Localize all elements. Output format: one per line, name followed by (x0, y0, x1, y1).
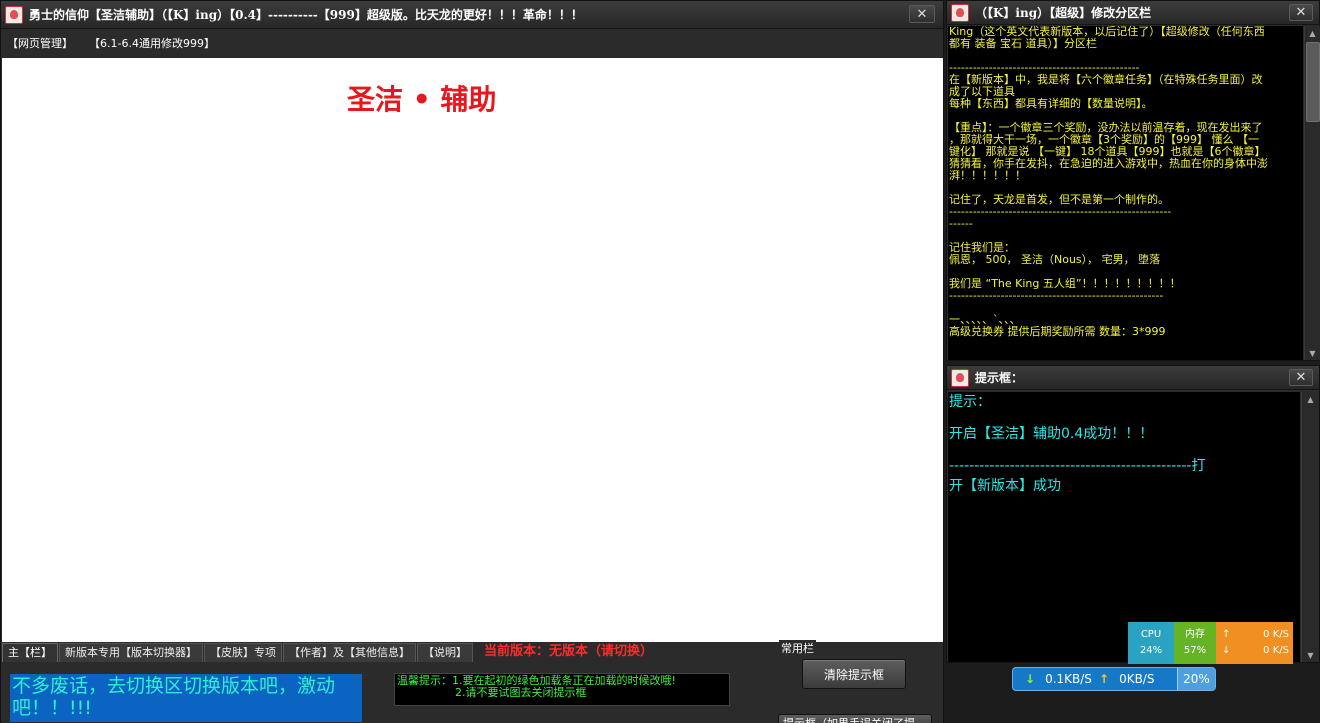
hint-panel-title: 提示框： (975, 371, 1024, 385)
main-title: 勇士的信仰【圣洁辅助】（【K】ing）【0.4】----------【999】超… (29, 8, 583, 22)
modify-panel-close-button[interactable]: ✕ (1289, 4, 1313, 21)
menu-general-modify[interactable]: 【6.1-6.4通用修改999】 (89, 35, 215, 51)
modify-panel-title: （【K】ing）【超级】修改分区栏 (975, 6, 1152, 20)
info-line: ----------------------------------------… (949, 289, 1164, 302)
tips-label: 温馨提示： (397, 674, 452, 687)
hint-panel-titlebar[interactable]: 提示框： ✕ (947, 366, 1319, 390)
modify-panel-titlebar[interactable]: （【K】ing）【超级】修改分区栏 ✕ (947, 1, 1319, 25)
download-speed: 0 K/S (1263, 645, 1289, 656)
scroll-down-icon[interactable]: ▼ (1302, 648, 1319, 662)
app-icon (5, 5, 23, 24)
menu-web-manage[interactable]: 【网页管理】 (7, 35, 73, 51)
modify-panel-text[interactable]: King（这个英文代表新版本，以后记住了）【超级修改（任何东西 都有 装备 宝石 … (948, 26, 1303, 360)
cpu-meter: CPU 24% (1128, 622, 1174, 664)
hint-line: ----------------------------------------… (949, 458, 1206, 474)
clear-hint-button[interactable]: 清除提示框 (802, 659, 906, 689)
hint-line (949, 444, 1299, 456)
tab-instructions[interactable]: 【说明】 (417, 643, 473, 662)
bottom-panel: 不多废话，去切换区切换版本吧，激动吧！！!!! 温馨提示：1.要在起初的绿色加载… (2, 659, 943, 723)
hint-line: 开启【圣洁】辅助0.4成功！！！ (949, 426, 1154, 442)
hint-line: 提示： (949, 394, 991, 410)
scroll-thumb[interactable] (1306, 42, 1320, 122)
info-line: 都有 装备 宝石 道具）】分区栏 (949, 37, 1097, 50)
download-arrow-icon: ↓ (1222, 645, 1231, 656)
memory-value: 57% (1183, 645, 1207, 656)
tips-box: 温馨提示：1.要在起初的绿色加载条正在加载的时候改哦! 2.请不要试图去关闭提示… (394, 673, 730, 706)
network-meter: ↑ 0 K/S ↓ 0 K/S (1216, 622, 1293, 664)
tab-skin[interactable]: 【皮肤】专项 (204, 643, 282, 662)
scroll-up-icon[interactable]: ▲ (1302, 392, 1319, 406)
hint-panel: 提示框： ✕ 提示： 开启【圣洁】辅助0.4成功！！！ --------------… (946, 365, 1320, 663)
app-icon (951, 368, 969, 387)
main-close-button[interactable]: ✕ (909, 5, 935, 23)
netbar-download-speed: 0.1KB/S (1045, 672, 1092, 686)
hint-line: 开【新版本】成功 (949, 478, 1061, 494)
app-icon (951, 3, 969, 22)
main-menubar: 【网页管理】 【6.1-6.4通用修改999】 (1, 29, 943, 57)
info-line: ----------------------------------------… (949, 205, 1172, 218)
main-content-area: 圣洁 • 辅助 (2, 58, 943, 642)
upload-arrow-icon: ↑ (1222, 629, 1231, 640)
network-speed-bar[interactable]: ↓ 0.1KB/S ↑ 0KB/S 20% (1012, 667, 1216, 691)
hint-line (949, 412, 1299, 424)
tab-main[interactable]: 主【栏】 (2, 643, 58, 662)
memory-label: 内存 (1185, 629, 1205, 640)
download-arrow-icon: ↓ (1025, 672, 1036, 686)
memory-meter: 内存 57% (1174, 622, 1216, 664)
version-status: 当前版本：无版本（请切换） (484, 644, 654, 659)
system-monitor[interactable]: CPU 24% 内存 57% ↑ 0 K/S ↓ 0 K/S (1128, 622, 1293, 664)
main-titlebar[interactable]: 勇士的信仰【圣洁辅助】（【K】ing）【0.4】----------【999】超… (1, 1, 943, 29)
netbar-percent: 20% (1177, 668, 1215, 690)
hint-box-restore-button[interactable]: 提示框（如果手误关闭了提 (778, 714, 932, 723)
upload-arrow-icon: ↑ (1099, 672, 1110, 686)
netbar-upload: ↑ 0KB/S (1099, 668, 1177, 690)
netbar-upload-speed: 0KB/S (1119, 672, 1155, 686)
info-line: 佩恩， 500， 圣洁（Nous）， 宅男， 堕落 (949, 253, 1161, 266)
scroll-up-icon[interactable]: ▲ (1305, 26, 1320, 40)
hint-panel-close-button[interactable]: ✕ (1289, 369, 1313, 386)
main-window: 勇士的信仰【圣洁辅助】（【K】ing）【0.4】----------【999】超… (0, 0, 944, 723)
motto-text: 不多废话，去切换区切换版本吧，激动吧！！!!! (10, 674, 362, 722)
common-group-label: 常用栏 (779, 640, 816, 656)
tab-version-switcher[interactable]: 新版本专用【版本切换器】 (59, 643, 203, 662)
scroll-down-icon[interactable]: ▼ (1305, 346, 1320, 360)
cpu-value: 24% (1139, 645, 1163, 656)
hint-panel-scrollbar[interactable]: ▲ ▼ (1301, 392, 1319, 662)
info-line: 高级兑换券 提供后期奖励所需 数量：3*999 (949, 325, 1166, 338)
upload-speed: 0 K/S (1263, 629, 1289, 640)
netbar-download: ↓ 0.1KB/S (1013, 668, 1099, 690)
info-line: 每种【东西】都具有详细的【数量说明】。 (949, 97, 1153, 110)
page-headline: 圣洁 • 辅助 (347, 83, 497, 116)
tab-author[interactable]: 【作者】及【其他信息】 (283, 643, 416, 662)
info-line: ------ (949, 217, 973, 230)
info-line: 湃！！！！！！ (949, 169, 1026, 182)
modify-panel-scrollbar[interactable]: ▲ ▼ (1304, 26, 1320, 360)
modify-panel: （【K】ing）【超级】修改分区栏 ✕ King（这个英文代表新版本，以后记住了… (946, 0, 1320, 361)
tip-line-2: 2.请不要试图去关闭提示框 (455, 686, 587, 699)
cpu-label: CPU (1140, 629, 1162, 640)
